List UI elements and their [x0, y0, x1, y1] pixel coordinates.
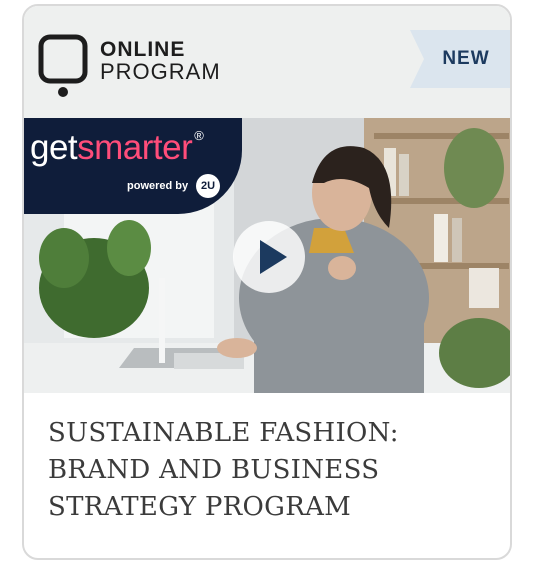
- card-title-area: SUSTAINABLE FASHION: BRAND AND BUSINESS …: [24, 393, 510, 526]
- program-type-line1: ONLINE: [100, 38, 186, 61]
- brand-name: getsmarter ®: [30, 128, 204, 168]
- brand-name-part2: smarter: [77, 128, 193, 167]
- card-header: ONLINE PROGRAM NEW: [24, 6, 510, 118]
- course-card[interactable]: ONLINE PROGRAM NEW getsmarter ® powered …: [22, 4, 512, 560]
- new-badge-label: NEW: [442, 48, 490, 69]
- program-type-line2: PROGRAM: [100, 59, 221, 84]
- course-video-thumbnail[interactable]: getsmarter ® powered by 2U: [24, 118, 510, 393]
- brand-name-part1: get: [30, 128, 78, 167]
- course-title-line2: BRAND AND BUSINESS: [48, 455, 380, 485]
- online-program-logo-icon: [38, 34, 88, 97]
- play-icon: [259, 240, 287, 274]
- partner-logo: 2U: [196, 174, 220, 198]
- new-badge: NEW: [410, 30, 510, 88]
- getsmarter-brand-banner: getsmarter ® powered by 2U: [24, 118, 242, 214]
- course-title-line3: STRATEGY PROGRAM: [48, 492, 352, 522]
- course-title-line1: SUSTAINABLE FASHION:: [48, 418, 399, 448]
- registered-mark: ®: [194, 128, 204, 143]
- powered-by-label: powered by: [127, 180, 189, 192]
- program-type: ONLINE PROGRAM: [100, 39, 221, 83]
- play-button[interactable]: [233, 221, 305, 293]
- course-title[interactable]: SUSTAINABLE FASHION: BRAND AND BUSINESS …: [48, 415, 486, 526]
